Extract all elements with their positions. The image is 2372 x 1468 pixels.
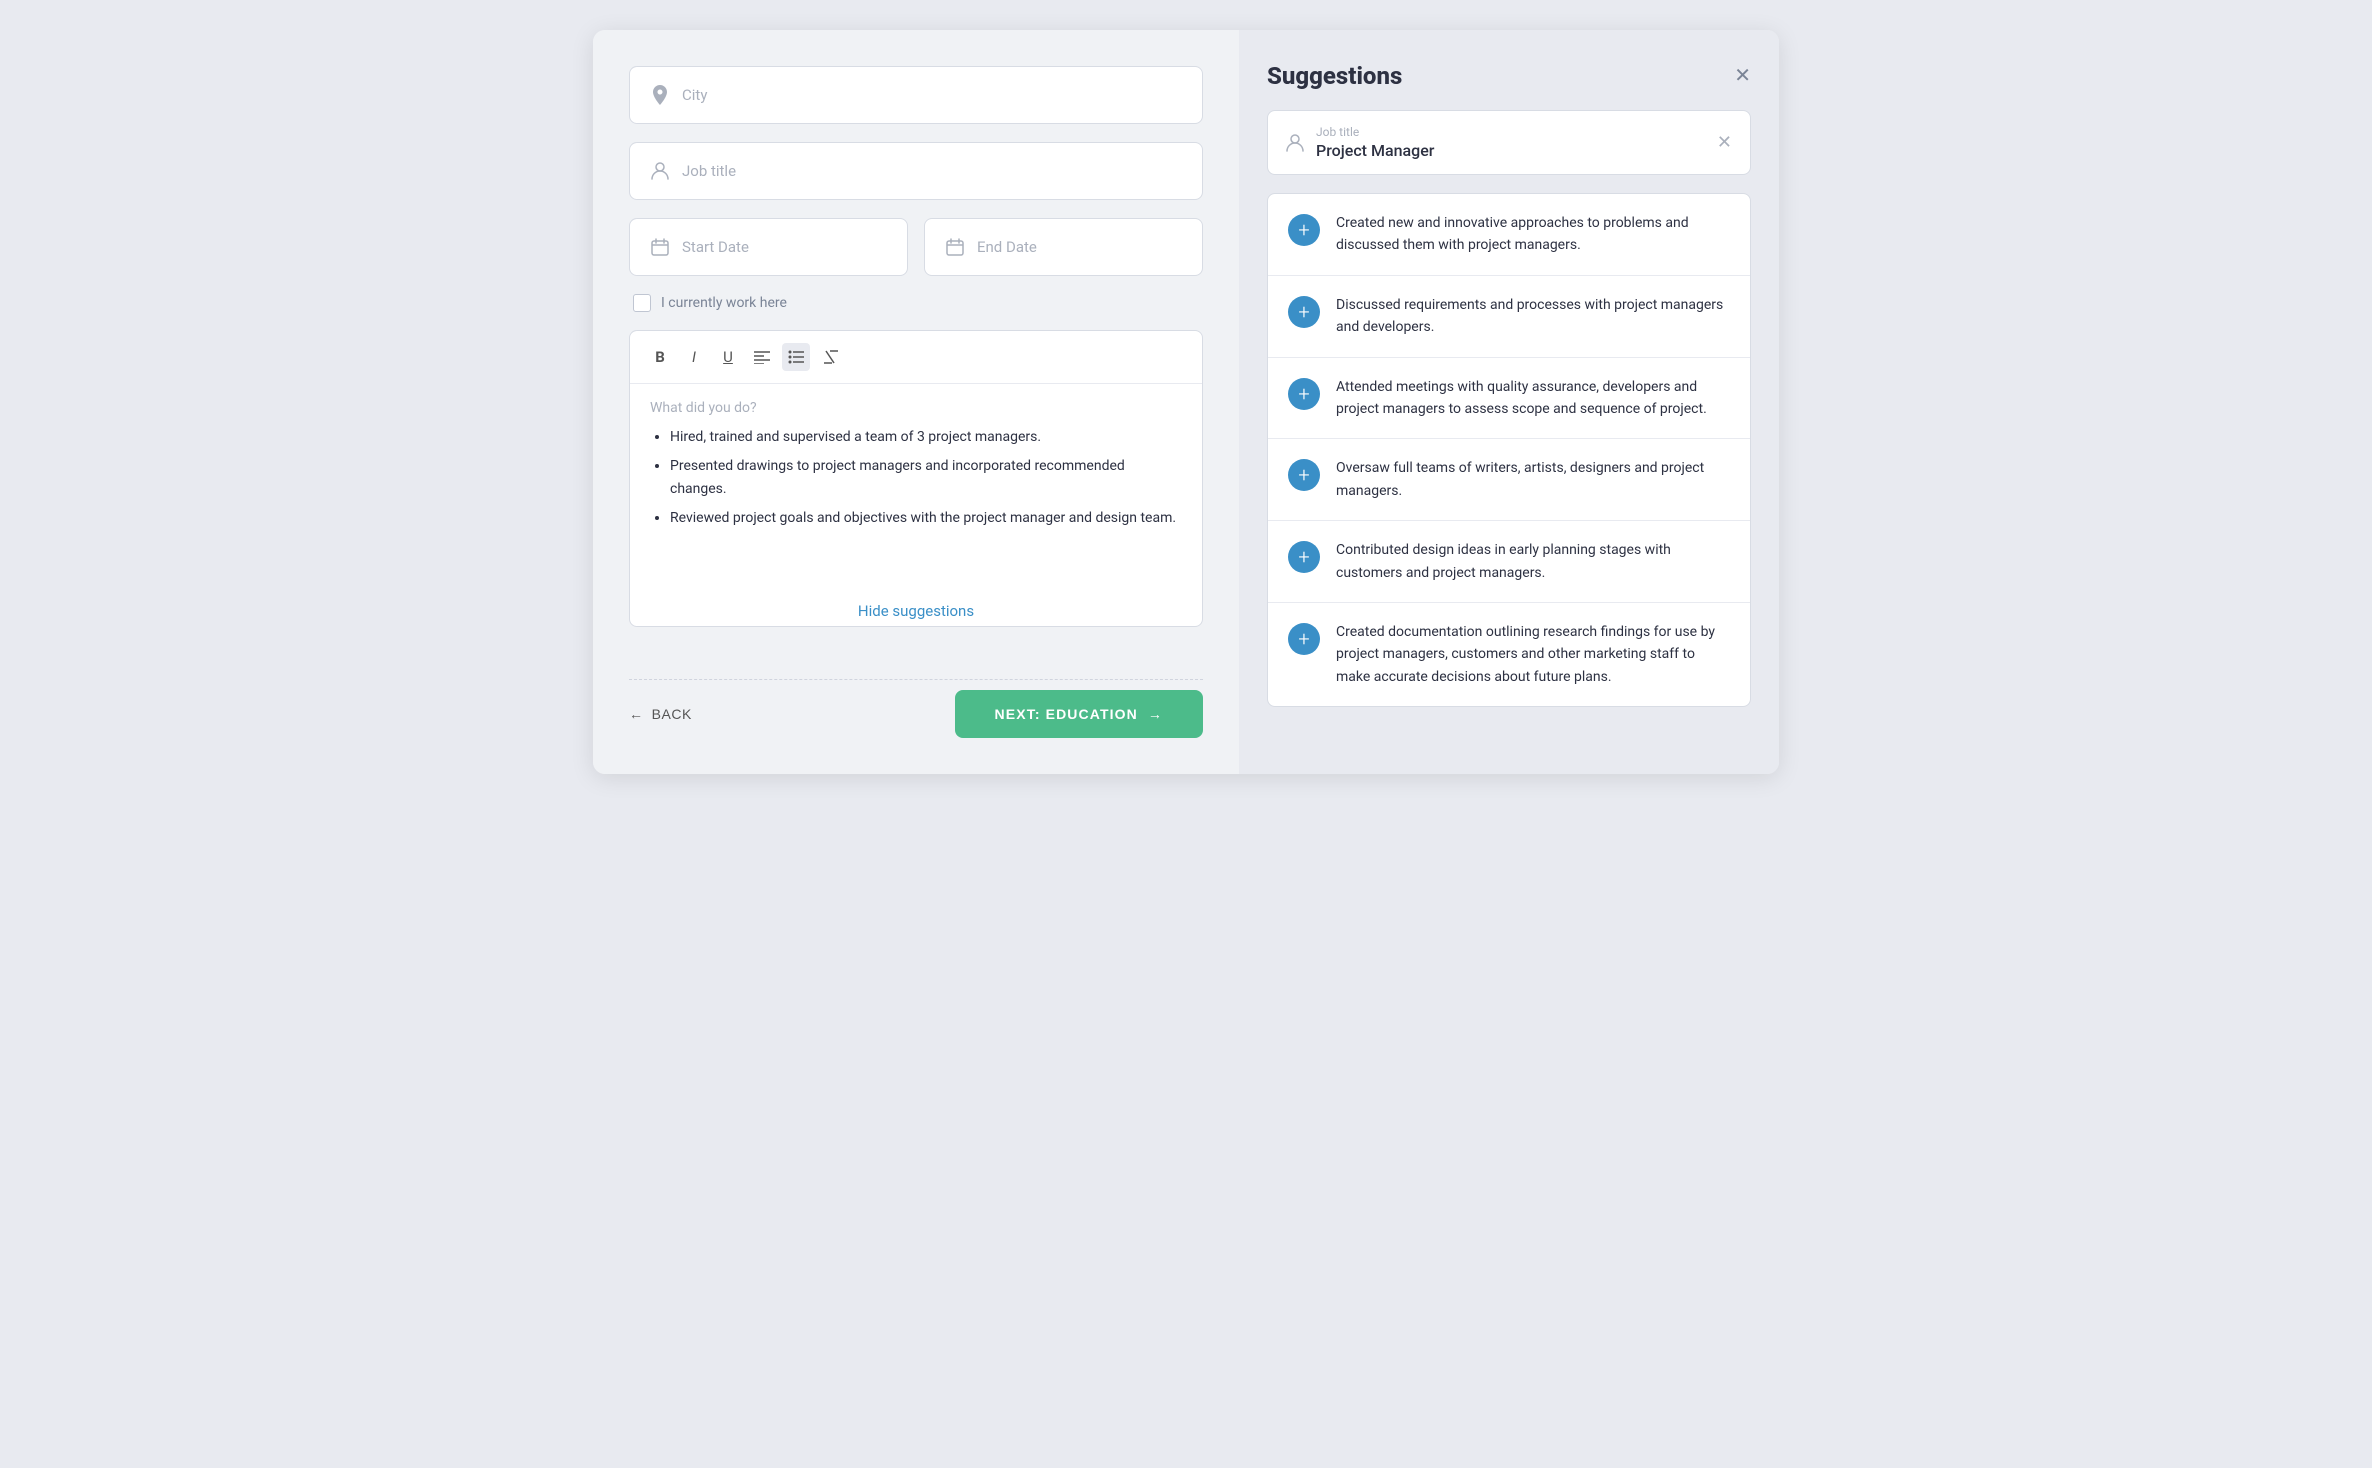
bullet-2: Presented drawings to project managers a… — [670, 455, 1182, 501]
suggestions-list: + Created new and innovative approaches … — [1267, 193, 1751, 707]
align-left-button[interactable] — [748, 343, 776, 371]
city-field[interactable]: City — [629, 66, 1203, 124]
add-icon-2: + — [1288, 378, 1320, 410]
main-container: City Job title — [593, 30, 1779, 774]
suggestions-header: Suggestions ✕ — [1267, 62, 1751, 90]
start-date-label: Start Date — [682, 238, 749, 256]
editor-bullets: Hired, trained and supervised a team of … — [650, 426, 1182, 530]
currently-work-here-label: I currently work here — [661, 295, 787, 311]
suggestion-item-2[interactable]: + Attended meetings with quality assuran… — [1268, 358, 1750, 440]
suggestions-person-icon — [1286, 134, 1304, 152]
add-icon-4: + — [1288, 541, 1320, 573]
clear-format-button[interactable] — [816, 343, 844, 371]
back-button[interactable]: ← BACK — [629, 706, 692, 722]
add-icon-0: + — [1288, 214, 1320, 246]
currently-work-here-row: I currently work here — [629, 294, 1203, 312]
suggestions-job-sublabel: Job title — [1316, 125, 1705, 139]
back-button-label: BACK — [652, 706, 692, 722]
add-icon-5: + — [1288, 623, 1320, 655]
bold-button[interactable]: B — [646, 343, 674, 371]
editor-content: Hired, trained and supervised a team of … — [650, 426, 1182, 530]
suggestions-job-clear-button[interactable]: ✕ — [1717, 132, 1732, 153]
suggestions-title: Suggestions — [1267, 62, 1402, 90]
suggestion-item-5[interactable]: + Created documentation outlining resear… — [1268, 603, 1750, 706]
bullet-list-button[interactable] — [782, 343, 810, 371]
add-icon-1: + — [1288, 296, 1320, 328]
start-date-field[interactable]: Start Date — [629, 218, 908, 276]
suggestion-item-3[interactable]: + Oversaw full teams of writers, artists… — [1268, 439, 1750, 521]
suggestions-job-content: Job title Project Manager — [1316, 125, 1705, 160]
location-icon — [650, 85, 670, 105]
bullet-1: Hired, trained and supervised a team of … — [670, 426, 1182, 449]
suggestions-job-field: Job title Project Manager ✕ — [1267, 110, 1751, 175]
suggestion-text-3: Oversaw full teams of writers, artists, … — [1336, 457, 1730, 502]
bottom-nav: ← BACK NEXT: EDUCATION → — [629, 679, 1203, 738]
currently-work-here-checkbox[interactable] — [633, 294, 651, 312]
right-panel: Suggestions ✕ Job title Project Manager … — [1239, 30, 1779, 774]
hide-suggestions-link[interactable]: Hide suggestions — [630, 584, 1202, 626]
next-arrow-icon: → — [1148, 706, 1163, 722]
job-title-label: Job title — [682, 162, 736, 180]
suggestions-job-value: Project Manager — [1316, 141, 1705, 160]
add-icon-3: + — [1288, 459, 1320, 491]
suggestion-item-0[interactable]: + Created new and innovative approaches … — [1268, 194, 1750, 276]
suggestion-item-1[interactable]: + Discussed requirements and processes w… — [1268, 276, 1750, 358]
suggestion-text-2: Attended meetings with quality assurance… — [1336, 376, 1730, 421]
bullet-3: Reviewed project goals and objectives wi… — [670, 507, 1182, 530]
underline-button[interactable]: U — [714, 343, 742, 371]
editor-body[interactable]: What did you do? Hired, trained and supe… — [630, 384, 1202, 584]
editor-toolbar: B I U — [630, 331, 1202, 384]
next-button[interactable]: NEXT: EDUCATION → — [955, 690, 1203, 738]
calendar-icon-end — [945, 237, 965, 257]
suggestion-text-0: Created new and innovative approaches to… — [1336, 212, 1730, 257]
city-label: City — [682, 86, 707, 104]
person-icon — [650, 161, 670, 181]
end-date-label: End Date — [977, 238, 1037, 256]
calendar-icon-start — [650, 237, 670, 257]
job-title-field[interactable]: Job title — [629, 142, 1203, 200]
italic-button[interactable]: I — [680, 343, 708, 371]
suggestion-text-5: Created documentation outlining research… — [1336, 621, 1730, 688]
left-panel: City Job title — [593, 30, 1239, 774]
date-row: Start Date End Date — [629, 218, 1203, 276]
editor-placeholder: What did you do? — [650, 400, 1182, 416]
next-button-label: NEXT: EDUCATION — [995, 706, 1138, 722]
end-date-field[interactable]: End Date — [924, 218, 1203, 276]
description-editor: B I U What did you do? Hired, trained an… — [629, 330, 1203, 627]
back-arrow-icon: ← — [629, 706, 644, 722]
suggestion-text-1: Discussed requirements and processes wit… — [1336, 294, 1730, 339]
suggestions-close-button[interactable]: ✕ — [1734, 66, 1751, 86]
suggestion-text-4: Contributed design ideas in early planni… — [1336, 539, 1730, 584]
suggestion-item-4[interactable]: + Contributed design ideas in early plan… — [1268, 521, 1750, 603]
